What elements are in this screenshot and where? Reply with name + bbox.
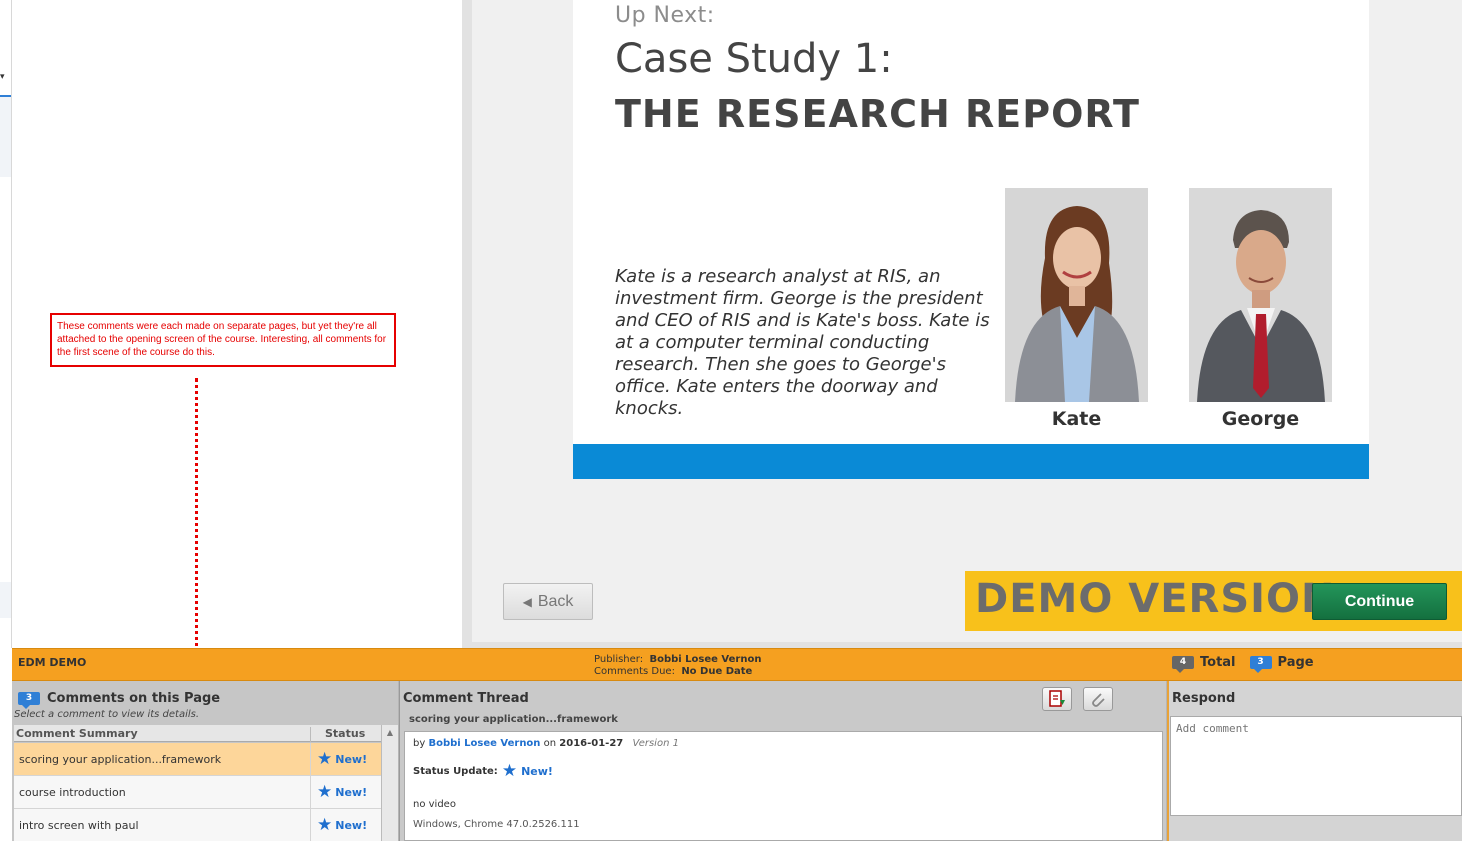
comment-thread-title: Comment Thread <box>403 691 529 706</box>
kate-name: Kate <box>1051 408 1102 430</box>
comments-count-badge: 3 <box>18 692 40 709</box>
woman-portrait-icon <box>1005 188 1148 402</box>
up-next-label: Up Next: <box>615 3 715 28</box>
comment-environment: Windows, Chrome 47.0.2526.111 <box>413 819 580 830</box>
comments-panel-hint: Select a comment to view its details. <box>14 709 200 720</box>
kate-photo <box>1005 188 1148 402</box>
left-sidebar-edge: ▾ <box>0 0 12 648</box>
comment-detail: by Bobbi Losee Vernon on 2016-01-27 Vers… <box>404 731 1163 841</box>
case-study-title: Case Study 1: <box>615 36 893 82</box>
star-icon: ★ <box>317 749 333 769</box>
star-icon: ★ <box>317 815 333 835</box>
status-update: Status Update: ★ New! <box>413 761 553 781</box>
due-date: No Due Date <box>681 666 753 677</box>
comment-summary: scoring your application...framework <box>19 753 222 766</box>
case-study-description: Kate is a research analyst at RIS, an in… <box>615 266 990 419</box>
chevron-down-icon[interactable]: ▾ <box>0 72 5 82</box>
page-label[interactable]: Page <box>1278 655 1314 670</box>
page-count-badge: 3 <box>1249 656 1272 673</box>
star-icon: ★ <box>501 761 518 781</box>
george-photo <box>1189 188 1332 402</box>
triangle-left-icon: ◀ <box>522 594 532 609</box>
due-line: Comments Due: No Due Date <box>594 666 753 677</box>
comment-status: ★ New! <box>310 809 381 841</box>
comment-date: 2016-01-27 <box>559 738 624 749</box>
add-comment-input[interactable] <box>1170 716 1462 816</box>
comment-thread-subject: scoring your application...framework <box>409 714 618 725</box>
comments-table-header: Comment Summary Status <box>14 725 381 742</box>
respond-title: Respond <box>1172 691 1236 706</box>
continue-button[interactable]: Continue <box>1312 583 1447 620</box>
sidebar-block <box>0 582 11 618</box>
comments-panel-title: 3 Comments on this Page <box>18 691 220 709</box>
comment-status: ★ New! <box>310 743 381 776</box>
comment-author-link[interactable]: Bobbi Losee Vernon <box>428 738 540 749</box>
col-status[interactable]: Status <box>310 727 380 742</box>
comment-row[interactable]: intro screen with paul ★ New! <box>14 809 381 841</box>
comment-row[interactable]: course introduction ★ New! <box>14 776 381 809</box>
scroll-up-icon[interactable]: ▲ <box>387 728 393 737</box>
star-icon: ★ <box>317 782 333 802</box>
publisher-name: Bobbi Losee Vernon <box>649 654 762 665</box>
total-label[interactable]: Total <box>1200 655 1236 670</box>
publisher-line: Publisher: Bobbi Losee Vernon <box>594 654 762 665</box>
pdf-export-icon[interactable] <box>1042 687 1072 711</box>
comment-row[interactable]: scoring your application...framework ★ N… <box>14 743 381 776</box>
comment-summary: course introduction <box>19 786 126 799</box>
back-button[interactable]: ◀ Back <box>503 583 593 620</box>
paperclip-icon[interactable] <box>1083 687 1113 711</box>
total-count-badge: 4 <box>1172 656 1194 673</box>
scrollbar[interactable]: ▲ <box>381 725 398 841</box>
comment-byline: by Bobbi Losee Vernon on 2016-01-27 Vers… <box>413 738 679 749</box>
annotation-note: These comments were each made on separat… <box>50 313 396 367</box>
demo-version-label: DEMO VERSION <box>975 576 1336 622</box>
sidebar-block <box>0 97 11 177</box>
comment-version: Version 1 <box>632 738 679 749</box>
comment-summary: intro screen with paul <box>19 819 139 832</box>
slide-footer-bar <box>573 444 1369 479</box>
project-name: EDM DEMO <box>18 656 87 669</box>
status-new: New! <box>521 765 553 778</box>
man-portrait-icon <box>1189 188 1332 402</box>
comment-status: ★ New! <box>310 776 381 809</box>
comment-counts: 4 Total 3 Page <box>1172 655 1314 673</box>
case-study-subtitle: THE RESEARCH REPORT <box>615 92 1140 136</box>
back-button-label: Back <box>537 592 574 610</box>
george-name: George <box>1221 408 1300 430</box>
comment-text: no video <box>413 799 456 810</box>
col-summary[interactable]: Comment Summary <box>16 727 138 740</box>
